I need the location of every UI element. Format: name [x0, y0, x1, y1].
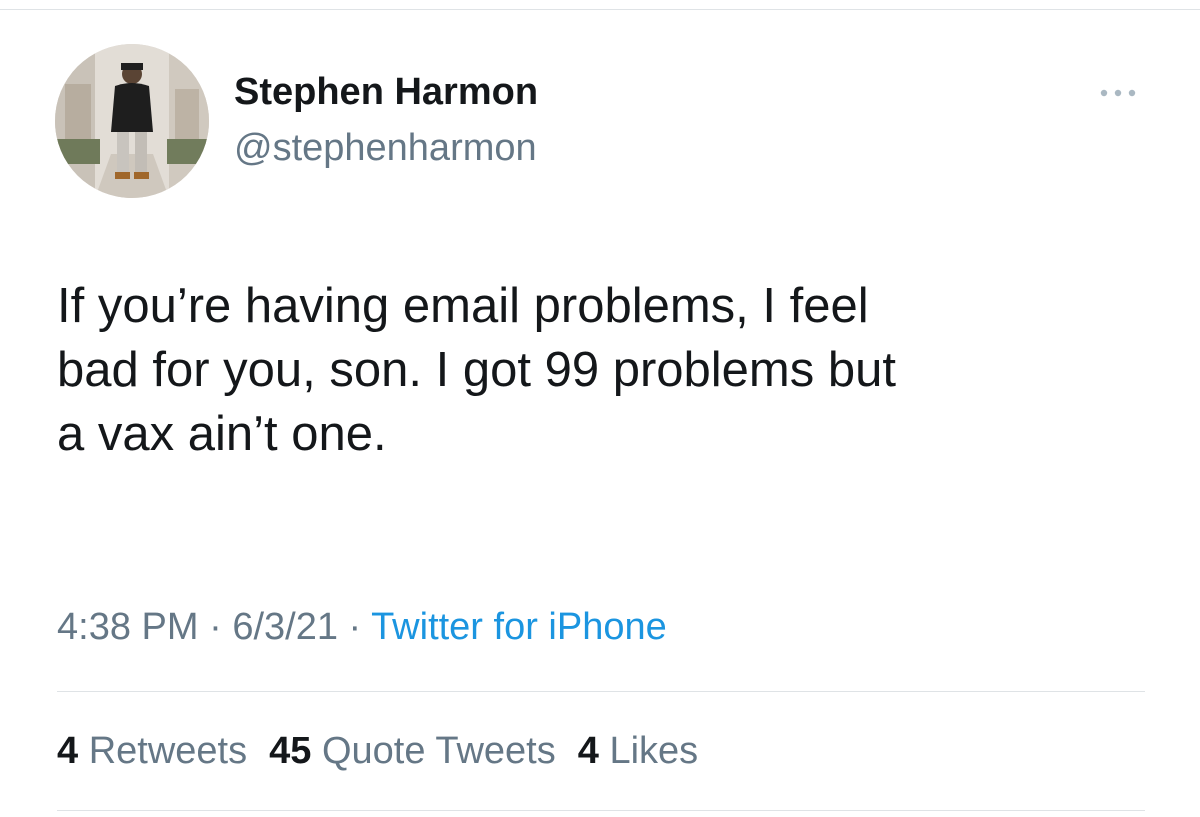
tweet-date[interactable]: 6/3/21 — [232, 606, 338, 648]
top-divider — [0, 9, 1200, 10]
tweet-detail: Stephen Harmon @stephenharmon If you’re … — [0, 0, 1200, 817]
tweet-time[interactable]: 4:38 PM — [57, 606, 199, 648]
retweets-stat[interactable]: 4 Retweets — [57, 728, 247, 774]
likes-stat[interactable]: 4 Likes — [578, 728, 698, 774]
tweet-stats: 4 Retweets 45 Quote Tweets 4 Likes — [57, 728, 720, 774]
tweet-text: If you’re having email problems, I feel … — [57, 279, 896, 461]
retweets-count: 4 — [57, 730, 79, 772]
divider — [57, 810, 1145, 811]
tweet-source-link[interactable]: Twitter for iPhone — [371, 606, 667, 648]
quote-tweets-count: 45 — [269, 730, 312, 772]
meta-separator: · — [337, 606, 372, 648]
likes-label: Likes — [609, 730, 699, 772]
meta-separator: · — [198, 606, 233, 648]
user-handle[interactable]: @stephenharmon — [234, 126, 537, 170]
display-name[interactable]: Stephen Harmon — [234, 70, 538, 114]
quote-tweets-label: Quote Tweets — [321, 730, 556, 772]
more-horizontal-icon — [1100, 89, 1136, 97]
quote-tweets-stat[interactable]: 45 Quote Tweets — [269, 728, 556, 774]
divider — [57, 691, 1145, 692]
avatar[interactable] — [55, 44, 209, 198]
likes-count: 4 — [577, 730, 599, 772]
tweet-meta: 4:38 PM · 6/3/21 · Twitter for iPhone — [57, 604, 667, 650]
more-options-button[interactable] — [1098, 84, 1138, 102]
retweets-label: Retweets — [88, 730, 248, 772]
profile-photo-icon — [55, 44, 209, 198]
